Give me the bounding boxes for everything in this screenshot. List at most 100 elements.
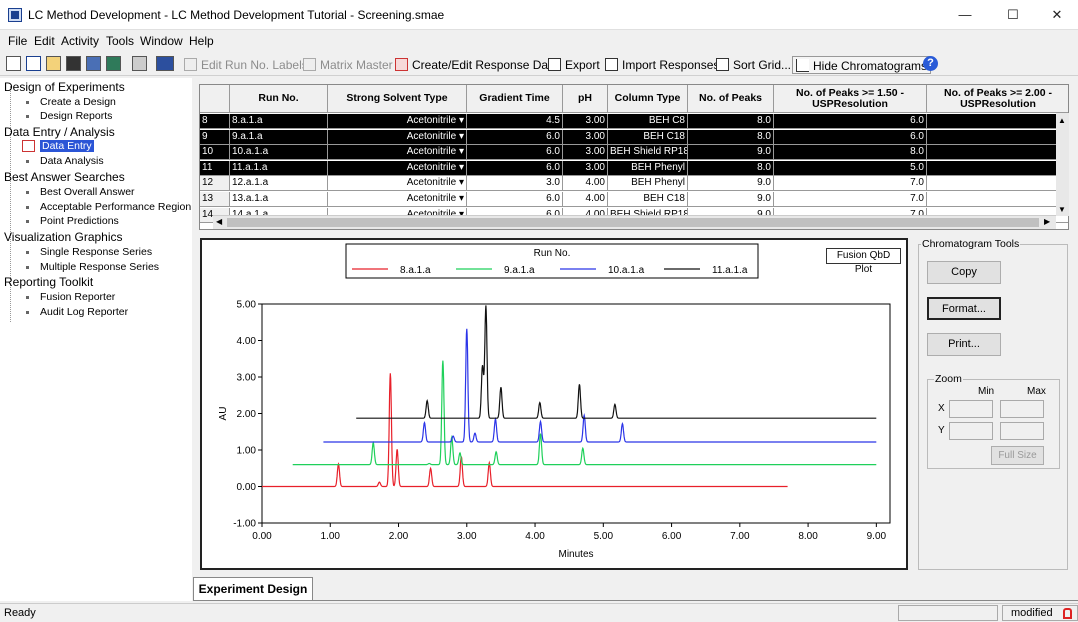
tree-section-reporting[interactable]: Reporting Toolkit (4, 275, 93, 289)
template-icon[interactable] (26, 56, 41, 71)
scroll-right-icon[interactable]: ▶ (1044, 217, 1050, 226)
tree-item-create-design[interactable]: Create a Design (40, 96, 116, 108)
dropdown-arrow-icon[interactable]: ▾ (456, 162, 464, 173)
col-header-solvent[interactable]: Strong Solvent Type (328, 85, 467, 113)
tree-item-point-predictions[interactable]: Point Predictions (40, 215, 119, 227)
zoom-x-max-field[interactable] (1000, 400, 1044, 418)
col-header-peaks-150[interactable]: No. of Peaks >= 1.50 - USPResolution (774, 85, 927, 113)
cell-run-no[interactable]: 11.a.1.a (230, 160, 328, 176)
cell-solvent[interactable]: Acetonitrile ▾ (328, 176, 467, 192)
dropdown-arrow-icon[interactable]: ▾ (456, 193, 464, 204)
cell-ph[interactable]: 3.00 (563, 114, 608, 129)
open-folder-icon[interactable] (46, 56, 61, 71)
row-number[interactable]: 13 (200, 192, 230, 207)
cell-run-no[interactable]: 13.a.1.a (230, 192, 328, 207)
hide-chromatograms-button[interactable]: Hide Chromatograms (792, 56, 932, 74)
col-header-gradient-time[interactable]: Gradient Time (467, 85, 563, 113)
tab-experiment-design[interactable]: Experiment Design (193, 577, 313, 600)
cell-solvent[interactable]: Acetonitrile ▾ (328, 114, 467, 129)
scroll-left-icon[interactable]: ◀ (216, 217, 222, 226)
full-size-button[interactable]: Full Size (991, 446, 1044, 465)
cell-run-no[interactable]: 12.a.1.a (230, 176, 328, 192)
cell-column-type[interactable]: BEH C18 (608, 192, 688, 207)
cell-solvent[interactable]: Acetonitrile ▾ (328, 192, 467, 207)
cell-peaks[interactable]: 8.0 (688, 160, 774, 176)
cell-peaks-200[interactable] (927, 160, 1068, 176)
tree-item-acceptable-region[interactable]: Acceptable Performance Region (40, 201, 191, 213)
save-all-icon[interactable] (86, 56, 101, 71)
new-icon[interactable] (6, 56, 21, 71)
cell-peaks-200[interactable] (927, 114, 1068, 129)
cell-ph[interactable]: 3.00 (563, 129, 608, 145)
cell-gradient-time[interactable]: 6.0 (467, 145, 563, 161)
cell-peaks-200[interactable] (927, 145, 1068, 161)
tree-item-data-entry[interactable]: Data Entry (40, 140, 94, 152)
cell-peaks-150[interactable]: 6.0 (774, 114, 927, 129)
scroll-up-icon[interactable]: ▲ (1058, 116, 1066, 125)
tree-section-data-entry[interactable]: Data Entry / Analysis (4, 125, 115, 139)
cell-gradient-time[interactable]: 4.5 (467, 114, 563, 129)
cell-peaks-150[interactable]: 6.0 (774, 129, 927, 145)
format-button[interactable]: Format... (927, 297, 1001, 320)
minimize-button[interactable]: — (942, 0, 988, 30)
cell-peaks-200[interactable] (927, 176, 1068, 192)
cell-column-type[interactable]: BEH Shield RP18 (608, 145, 688, 161)
copy-button[interactable]: Copy (927, 261, 1001, 284)
col-header-peaks-200[interactable]: No. of Peaks >= 2.00 - USPResolution (927, 85, 1068, 113)
col-header-run-no[interactable]: Run No. (230, 85, 328, 113)
menu-window[interactable]: Window (140, 34, 183, 48)
grid-vertical-scrollbar[interactable]: ▲ ▼ (1056, 113, 1069, 216)
maximize-button[interactable]: ☐ (990, 0, 1036, 30)
zoom-y-min-field[interactable] (949, 422, 993, 440)
dropdown-arrow-icon[interactable]: ▾ (456, 115, 464, 126)
row-number[interactable]: 12 (200, 176, 230, 192)
edit-run-labels-button[interactable]: Edit Run No. Labels (184, 56, 308, 74)
menu-edit[interactable]: Edit (34, 34, 55, 48)
cell-peaks[interactable]: 8.0 (688, 114, 774, 129)
cell-ph[interactable]: 4.00 (563, 192, 608, 207)
dropdown-arrow-icon[interactable]: ▾ (456, 146, 464, 157)
col-header-ph[interactable]: pH (563, 85, 608, 113)
create-edit-response-button[interactable]: Create/Edit Response Data (395, 56, 558, 74)
menu-tools[interactable]: Tools (106, 34, 134, 48)
menu-file[interactable]: File (8, 34, 27, 48)
tree-section-best-answer[interactable]: Best Answer Searches (4, 170, 125, 184)
cell-gradient-time[interactable]: 3.0 (467, 176, 563, 192)
cell-peaks-150[interactable]: 7.0 (774, 176, 927, 192)
tree-section-design[interactable]: Design of Experiments (4, 80, 125, 94)
cell-peaks-200[interactable] (927, 192, 1068, 207)
tree-item-audit-log[interactable]: Audit Log Reporter (40, 306, 128, 318)
cell-gradient-time[interactable]: 6.0 (467, 129, 563, 145)
row-number[interactable]: 11 (200, 160, 230, 176)
grid-horizontal-scrollbar[interactable]: ◀ ▶ (213, 215, 1056, 229)
tree-item-fusion-reporter[interactable]: Fusion Reporter (40, 291, 115, 303)
tree-item-single-series[interactable]: Single Response Series (40, 246, 152, 258)
cell-column-type[interactable]: BEH C18 (608, 129, 688, 145)
zoom-x-min-field[interactable] (949, 400, 993, 418)
cell-run-no[interactable]: 9.a.1.a (230, 129, 328, 145)
close-button[interactable]: ✕ (1034, 0, 1078, 30)
exit-icon[interactable] (106, 56, 121, 71)
save-icon[interactable] (66, 56, 81, 71)
cell-run-no[interactable]: 10.a.1.a (230, 145, 328, 161)
tree-item-multiple-series[interactable]: Multiple Response Series (40, 261, 159, 273)
menu-help[interactable]: Help (189, 34, 214, 48)
matrix-master-button[interactable]: Matrix Master (303, 56, 393, 74)
menu-activity[interactable]: Activity (61, 34, 99, 48)
cell-run-no[interactable]: 8.a.1.a (230, 114, 328, 129)
cell-column-type[interactable]: BEH Phenyl (608, 160, 688, 176)
cell-column-type[interactable]: BEH Phenyl (608, 176, 688, 192)
cell-ph[interactable]: 3.00 (563, 145, 608, 161)
cell-peaks[interactable]: 8.0 (688, 129, 774, 145)
row-number[interactable]: 9 (200, 129, 230, 145)
tree-section-visualization[interactable]: Visualization Graphics (4, 230, 123, 244)
row-number[interactable]: 8 (200, 114, 230, 129)
tree-item-design-reports[interactable]: Design Reports (40, 110, 112, 122)
zoom-y-max-field[interactable] (1000, 422, 1044, 440)
data-grid[interactable]: Run No. Strong Solvent Type Gradient Tim… (199, 84, 1069, 230)
cell-peaks-150[interactable]: 5.0 (774, 160, 927, 176)
dropdown-arrow-icon[interactable]: ▾ (456, 177, 464, 188)
cell-peaks[interactable]: 9.0 (688, 145, 774, 161)
cell-solvent[interactable]: Acetonitrile ▾ (328, 129, 467, 145)
cell-ph[interactable]: 4.00 (563, 176, 608, 192)
